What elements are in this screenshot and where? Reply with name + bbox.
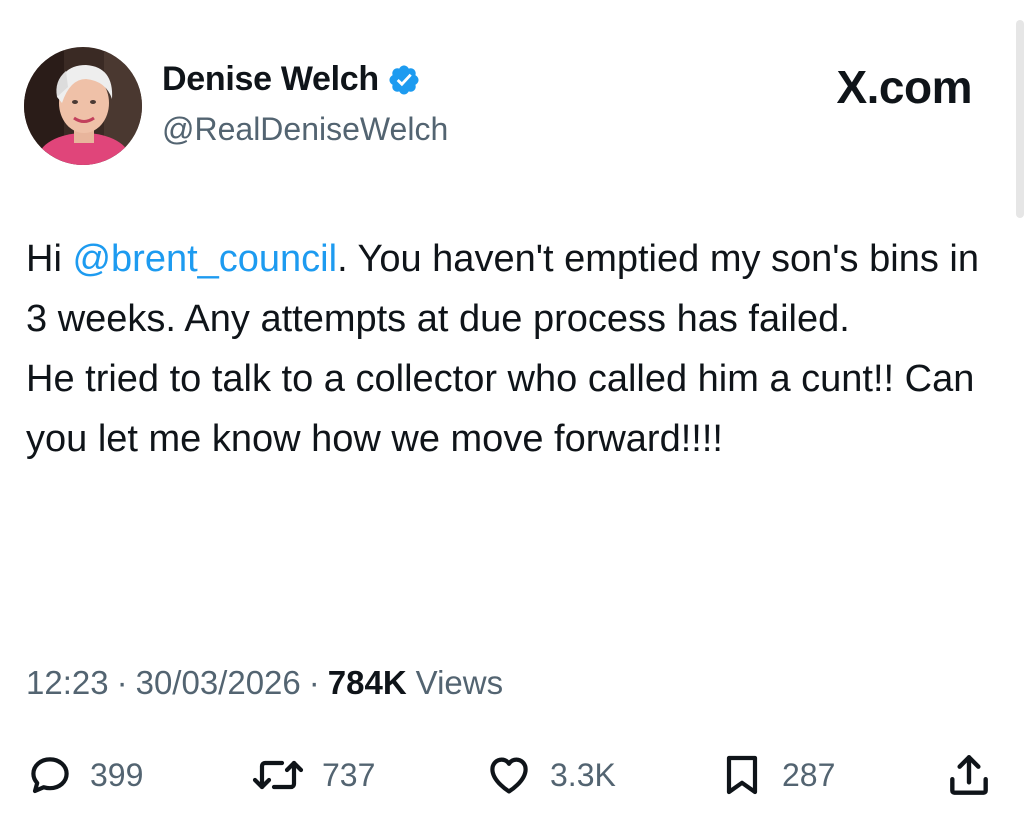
action-bar: 399 737 3.3K 287 <box>0 745 1024 805</box>
avatar[interactable] <box>24 47 142 165</box>
share-button[interactable] <box>944 745 994 805</box>
bookmark-button[interactable]: 287 <box>718 745 835 805</box>
bookmark-icon <box>726 755 758 795</box>
brand-label: X.com <box>836 61 972 113</box>
views-count: 784K <box>327 664 407 701</box>
like-button[interactable]: 3.3K <box>484 745 616 805</box>
author-name[interactable]: Denise Welch <box>162 60 421 99</box>
meta-separator: · <box>308 664 320 701</box>
scrollbar[interactable] <box>1016 20 1024 218</box>
repost-button[interactable]: 737 <box>250 745 375 805</box>
meta-separator: · <box>116 664 128 701</box>
tweet-meta: 12:23 · 30/03/2026 · 784K Views <box>26 664 503 702</box>
heart-icon <box>490 757 528 794</box>
tweet-text-part2: He tried to talk to a collector who call… <box>26 358 975 460</box>
reply-count: 399 <box>90 756 144 793</box>
author-handle[interactable]: @RealDeniseWelch <box>162 111 448 148</box>
tweet-date[interactable]: 30/03/2026 <box>136 664 301 702</box>
bookmark-count: 287 <box>782 756 836 793</box>
repost-count: 737 <box>322 756 376 793</box>
tweet-card: Denise Welch @RealDeniseWelch X.com Hi @… <box>0 0 1024 824</box>
author-name-text[interactable]: Denise Welch <box>162 60 379 99</box>
views-label: Views <box>415 664 504 701</box>
like-count: 3.3K <box>550 756 616 793</box>
reply-icon <box>31 757 69 794</box>
reply-button[interactable]: 399 <box>26 745 143 805</box>
tweet-text: Hi @brent_council. You haven't emptied m… <box>26 229 986 469</box>
share-icon <box>950 755 988 795</box>
mention-link[interactable]: @brent_council <box>72 238 337 280</box>
tweet-time[interactable]: 12:23 <box>26 664 109 702</box>
repost-icon <box>252 760 304 790</box>
tweet-greeting: Hi <box>26 238 73 280</box>
verified-badge-icon[interactable] <box>387 63 421 97</box>
